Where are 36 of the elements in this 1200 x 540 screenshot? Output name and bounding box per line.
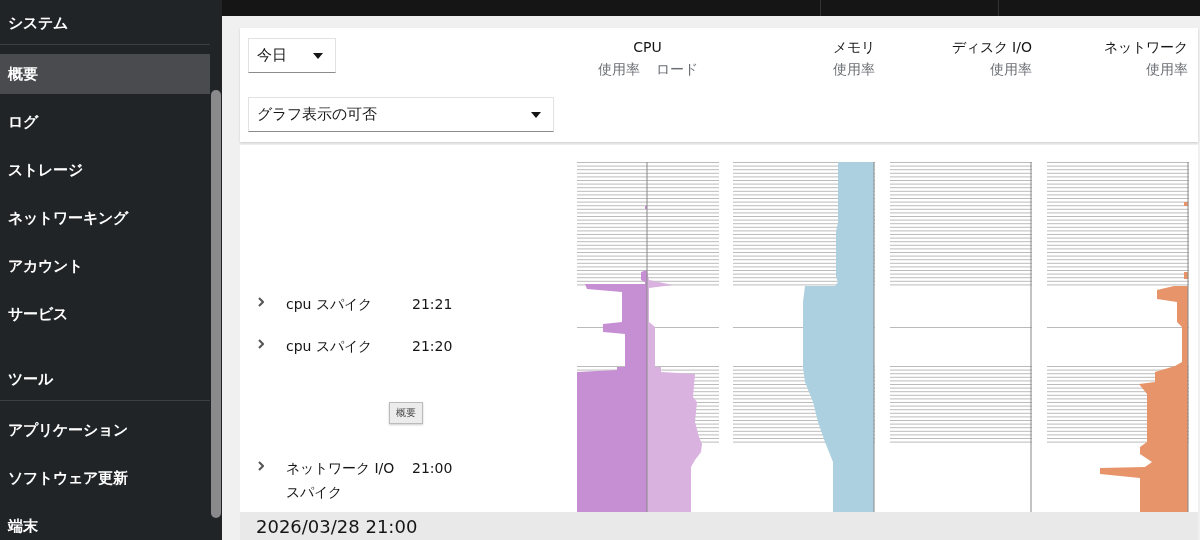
sidebar-item[interactable]: サービス	[0, 294, 210, 334]
event-label: cpu スパイク	[286, 295, 373, 314]
chevron-icon[interactable]	[258, 461, 264, 471]
sidebar-heading: ツール	[7, 369, 54, 390]
tooltip: 概要	[389, 402, 423, 424]
sidebar-item[interactable]: アプリケーション	[0, 410, 210, 450]
column-title: CPU	[633, 38, 662, 56]
column-subtitle: 使用率	[1146, 60, 1188, 78]
column-title: ネットワーク	[1104, 38, 1188, 56]
hour-label: 2026/03/28 21:00	[256, 515, 418, 537]
chevron-icon[interactable]	[258, 297, 264, 307]
sidebar-heading: システム	[7, 13, 69, 34]
column-title: メモリ	[833, 38, 875, 56]
sidebar-item[interactable]: ログ	[0, 102, 210, 142]
event-time: 21:20	[412, 337, 454, 356]
event-time: 21:21	[412, 295, 454, 314]
column-subtitle: 使用率	[990, 60, 1032, 78]
event-label: ネットワーク I/O スパイク	[286, 459, 396, 502]
graph-select[interactable]: グラフ表示の可否	[248, 97, 554, 132]
column-title: ディスク I/O	[951, 38, 1032, 56]
range-select[interactable]: 今日	[248, 38, 336, 73]
caret-icon	[531, 111, 541, 118]
chevron-icon[interactable]	[258, 339, 264, 349]
sidebar-item[interactable]: ソフトウェア更新	[0, 458, 210, 498]
column-subtitle: 使用率	[833, 60, 875, 78]
caret-icon	[313, 52, 323, 59]
column-subtitle: 使用率	[597, 60, 640, 78]
event-label: cpu スパイク	[286, 337, 373, 356]
column-subtitle: ロード	[655, 60, 698, 78]
sidebar-item[interactable]: 端末	[0, 506, 210, 540]
event-time: 21:00	[412, 459, 454, 478]
sidebar-item[interactable]: ネットワーキング	[0, 198, 210, 238]
sidebar-item[interactable]: ストレージ	[0, 150, 210, 190]
sidebar-item[interactable]: 概要	[0, 54, 210, 94]
scrollbar-thumb[interactable]	[211, 90, 221, 518]
sidebar-item[interactable]: アカウント	[0, 246, 210, 286]
